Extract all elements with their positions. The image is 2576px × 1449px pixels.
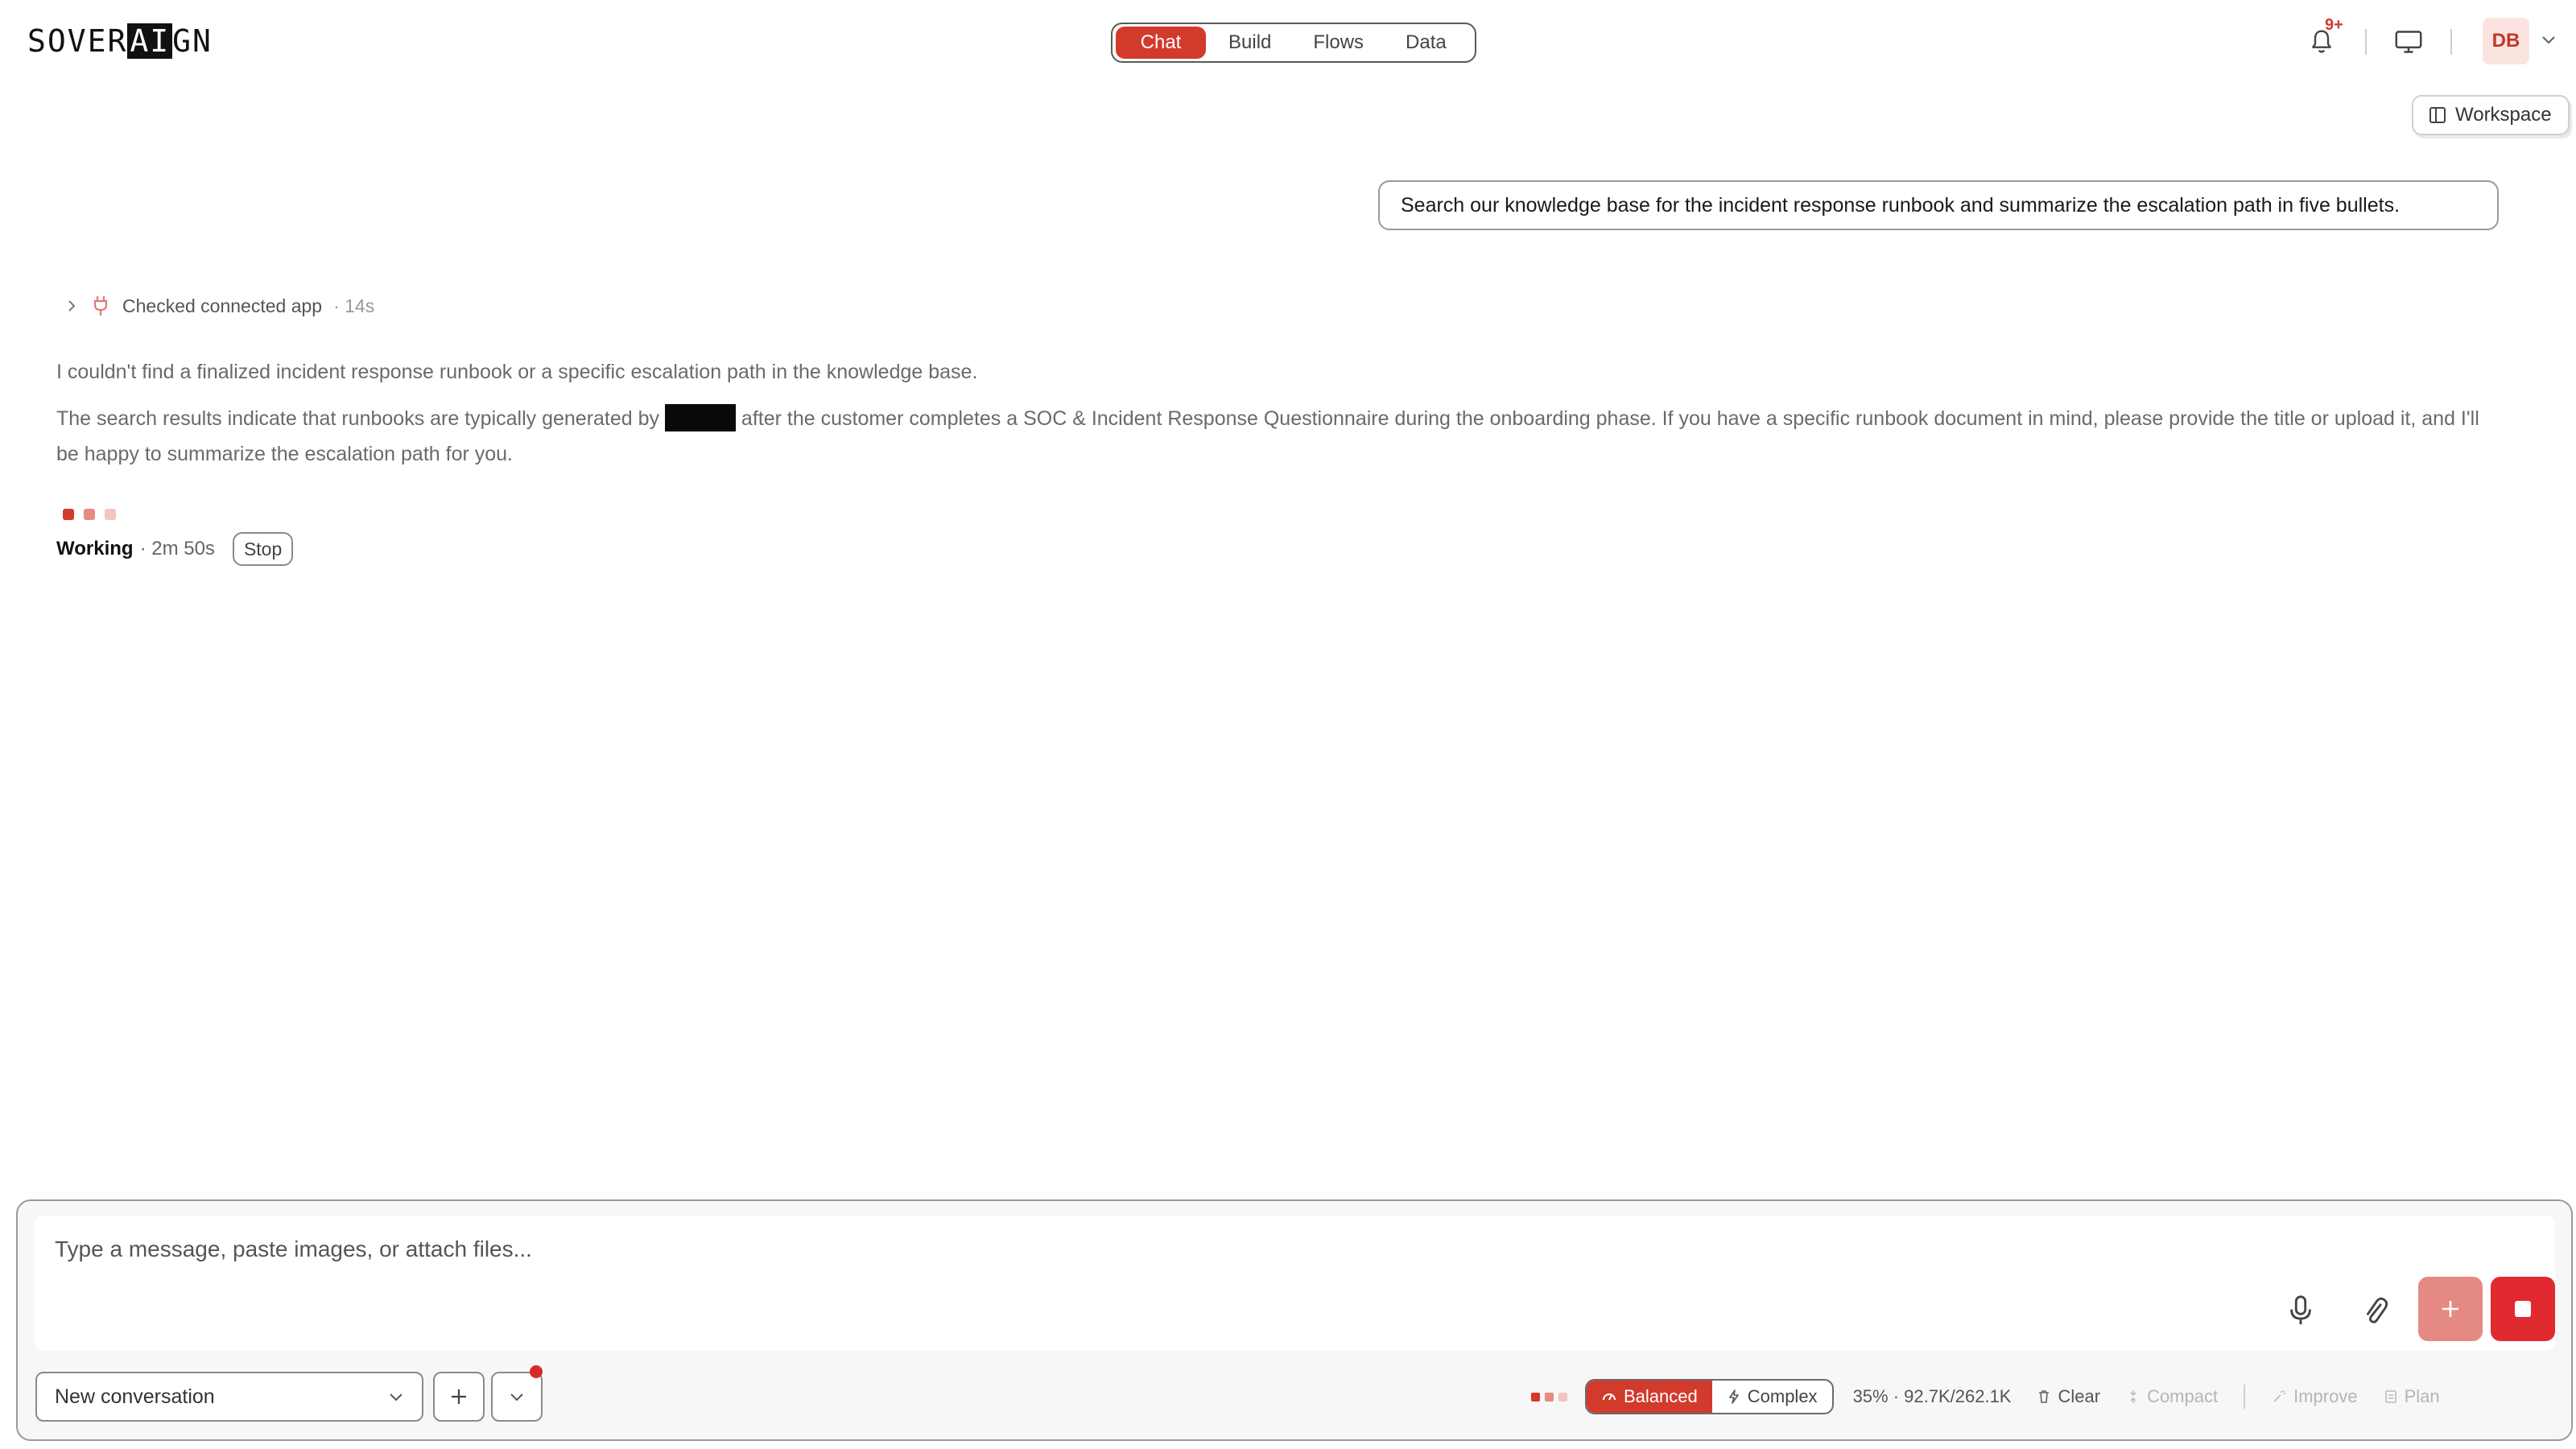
tab-flows[interactable]: Flows bbox=[1294, 27, 1383, 59]
mode-complex[interactable]: Complex bbox=[1712, 1381, 1832, 1413]
composer: New conversation Balanced Complex 35% · … bbox=[16, 1199, 2573, 1441]
mode-tabs: Chat Build Flows Data bbox=[1111, 23, 1476, 63]
loading-dots bbox=[63, 509, 116, 520]
workspace-label: Workspace bbox=[2455, 104, 2552, 126]
assistant-paragraph: The search results indicate that runbook… bbox=[56, 401, 2504, 472]
monitor-icon[interactable] bbox=[2394, 29, 2423, 55]
compact-button[interactable]: Compact bbox=[2126, 1386, 2218, 1407]
assistant-text: The search results indicate that runbook… bbox=[56, 407, 665, 430]
improve-label: Improve bbox=[2293, 1386, 2358, 1406]
logo-ai-mark: AI bbox=[127, 23, 173, 59]
tool-call-duration: · 14s bbox=[333, 295, 375, 316]
conversation-select[interactable]: New conversation bbox=[35, 1372, 423, 1422]
loading-dot bbox=[1531, 1392, 1540, 1402]
conversation-select-value: New conversation bbox=[55, 1385, 215, 1408]
add-button[interactable] bbox=[2418, 1277, 2483, 1341]
stop-button[interactable]: Stop bbox=[232, 532, 294, 566]
paperclip-icon[interactable] bbox=[2360, 1294, 2389, 1327]
clear-label: Clear bbox=[2058, 1386, 2101, 1406]
divider bbox=[2450, 29, 2452, 55]
microphone-icon[interactable] bbox=[2286, 1294, 2315, 1327]
working-elapsed: · 2m 50s bbox=[139, 538, 215, 559]
plan-icon bbox=[2384, 1390, 2396, 1403]
context-usage: 35% · 92.7K/262.1K bbox=[1852, 1386, 2012, 1406]
wand-icon bbox=[2273, 1389, 2286, 1402]
mode-complex-label: Complex bbox=[1747, 1386, 1818, 1406]
status-dot bbox=[530, 1365, 543, 1378]
loading-dot bbox=[1545, 1392, 1554, 1402]
plan-button[interactable]: Plan bbox=[2384, 1386, 2440, 1407]
clear-button[interactable]: Clear bbox=[2037, 1386, 2100, 1407]
logo[interactable]: SOVER AI GN bbox=[27, 21, 213, 61]
plus-icon bbox=[2442, 1301, 2458, 1317]
chevron-down-icon[interactable] bbox=[2541, 34, 2557, 45]
tab-data[interactable]: Data bbox=[1386, 27, 1466, 59]
tab-build[interactable]: Build bbox=[1209, 27, 1290, 59]
panel-icon bbox=[2429, 107, 2446, 123]
avatar[interactable]: DB bbox=[2483, 18, 2529, 64]
logo-text: SOVER bbox=[27, 23, 128, 59]
user-message: Search our knowledge base for the incide… bbox=[1378, 180, 2499, 230]
mode-toggle: Balanced Complex bbox=[1585, 1379, 1834, 1414]
assistant-paragraph: I couldn't find a finalized incident res… bbox=[56, 361, 978, 383]
top-bar: SOVER AI GN Chat Build Flows Data 9+ DB bbox=[0, 0, 2576, 84]
loading-dot bbox=[105, 509, 116, 520]
loading-dots bbox=[1531, 1392, 1567, 1402]
divider bbox=[2244, 1385, 2246, 1409]
stop-icon bbox=[2515, 1301, 2531, 1317]
message-input-area bbox=[34, 1216, 2555, 1351]
bolt-icon bbox=[1728, 1389, 1739, 1404]
tab-chat[interactable]: Chat bbox=[1116, 27, 1206, 59]
more-options-button[interactable] bbox=[491, 1372, 543, 1422]
chevron-down-icon bbox=[390, 1393, 402, 1402]
loading-dot bbox=[1558, 1392, 1567, 1402]
notification-badge: 9+ bbox=[2325, 16, 2343, 34]
tool-call-row[interactable]: Checked connected app · 14s bbox=[64, 291, 374, 320]
tool-call-label: Checked connected app bbox=[122, 295, 323, 316]
gauge-icon bbox=[1603, 1393, 1616, 1401]
chevron-right-icon[interactable] bbox=[64, 299, 79, 313]
stop-generation-button[interactable] bbox=[2491, 1277, 2555, 1341]
compress-icon bbox=[2130, 1390, 2136, 1403]
loading-dot bbox=[84, 509, 95, 520]
workspace-button[interactable]: Workspace bbox=[2412, 95, 2570, 135]
mode-balanced-label: Balanced bbox=[1624, 1386, 1698, 1406]
loading-dot bbox=[63, 509, 74, 520]
assistant-message: I couldn't find a finalized incident res… bbox=[56, 354, 2504, 483]
mode-balanced[interactable]: Balanced bbox=[1587, 1381, 1712, 1413]
message-input[interactable] bbox=[55, 1236, 2148, 1262]
logo-text-end: GN bbox=[172, 23, 213, 59]
working-label: Working bbox=[56, 538, 134, 559]
divider bbox=[2365, 29, 2367, 55]
improve-button[interactable]: Improve bbox=[2271, 1386, 2358, 1407]
composer-toolbar: Balanced Complex 35% · 92.7K/262.1K Clea… bbox=[1531, 1372, 2440, 1422]
compact-label: Compact bbox=[2147, 1386, 2219, 1406]
new-conversation-button[interactable] bbox=[433, 1372, 485, 1422]
plug-icon bbox=[93, 296, 108, 316]
trash-icon bbox=[2039, 1390, 2050, 1403]
chevron-down-icon bbox=[510, 1393, 523, 1402]
working-status: Working · 2m 50s Stop bbox=[56, 531, 294, 567]
plan-label: Plan bbox=[2404, 1386, 2440, 1406]
plus-icon bbox=[452, 1389, 466, 1404]
redacted-block bbox=[664, 404, 736, 431]
